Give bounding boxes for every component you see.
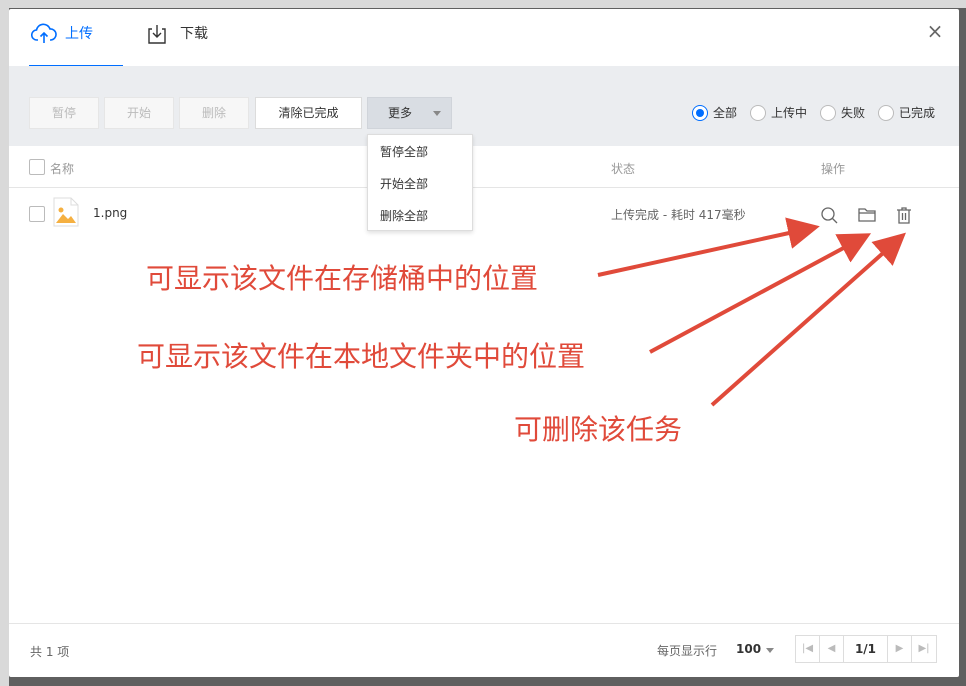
column-ops-header: 操作 bbox=[821, 162, 846, 176]
select-all-checkbox[interactable] bbox=[29, 159, 45, 175]
filter-completed[interactable]: 已完成 bbox=[877, 104, 935, 121]
start-button[interactable]: 开始 bbox=[104, 97, 174, 129]
prev-page-icon[interactable]: ◀ bbox=[820, 636, 844, 662]
radio-failed[interactable] bbox=[819, 104, 836, 121]
background-left-edge bbox=[0, 8, 9, 686]
per-page-select[interactable]: 100 bbox=[736, 642, 761, 656]
filter-uploading-label: 上传中 bbox=[770, 106, 807, 120]
menu-item-delete-all[interactable]: 删除全部 bbox=[368, 200, 472, 232]
tab-bar: 上传 下载 × bbox=[9, 9, 959, 67]
folder-icon[interactable] bbox=[857, 205, 877, 225]
background-strip bbox=[0, 0, 966, 8]
table-row: 1.png 上传完成 - 耗时 417毫秒 bbox=[9, 189, 959, 239]
annotation-bucket-location: 可显示该文件在存储桶中的位置 bbox=[146, 262, 539, 295]
download-icon bbox=[146, 23, 172, 45]
total-count: 共 1 项 bbox=[30, 645, 70, 659]
filter-failed[interactable]: 失败 bbox=[819, 104, 865, 121]
menu-item-start-all[interactable]: 开始全部 bbox=[368, 168, 472, 200]
tab-upload-label: 上传 bbox=[65, 26, 93, 42]
delete-button[interactable]: 删除 bbox=[179, 97, 249, 129]
tab-download[interactable]: 下载 bbox=[146, 25, 208, 67]
image-file-icon bbox=[53, 197, 79, 227]
pagination: |◀ ◀ 1/1 ▶ ▶| bbox=[795, 635, 937, 663]
toolbar: 暂停 开始 删除 清除已完成 更多 全部 上传中 失败 已完成 bbox=[9, 66, 959, 146]
chevron-down-icon bbox=[433, 111, 441, 116]
footer: 共 1 项 每页显示行 100 |◀ ◀ 1/1 ▶ ▶| bbox=[9, 623, 959, 677]
search-icon[interactable] bbox=[819, 205, 839, 225]
radio-completed[interactable] bbox=[877, 104, 894, 121]
more-dropdown-menu: 暂停全部 开始全部 删除全部 bbox=[367, 134, 473, 231]
row-checkbox[interactable] bbox=[29, 206, 45, 222]
menu-item-pause-all[interactable]: 暂停全部 bbox=[368, 136, 472, 168]
column-name-header: 名称 bbox=[50, 162, 75, 176]
tab-upload[interactable]: 上传 bbox=[29, 23, 123, 67]
first-page-icon[interactable]: |◀ bbox=[796, 636, 820, 662]
clear-completed-button[interactable]: 清除已完成 bbox=[255, 97, 362, 129]
file-status: 上传完成 - 耗时 417毫秒 bbox=[611, 208, 746, 222]
radio-all[interactable] bbox=[691, 104, 708, 121]
table-header: 名称 状态 操作 bbox=[9, 146, 959, 188]
more-button[interactable]: 更多 bbox=[367, 97, 452, 129]
page-indicator: 1/1 bbox=[844, 636, 888, 662]
trash-icon[interactable] bbox=[894, 205, 914, 225]
next-page-icon[interactable]: ▶ bbox=[888, 636, 912, 662]
filter-completed-label: 已完成 bbox=[898, 106, 935, 120]
column-status-header: 状态 bbox=[611, 162, 636, 176]
more-button-label: 更多 bbox=[388, 106, 413, 120]
chevron-down-icon[interactable] bbox=[766, 648, 774, 653]
file-name: 1.png bbox=[93, 206, 128, 220]
last-page-icon[interactable]: ▶| bbox=[912, 636, 936, 662]
filter-uploading[interactable]: 上传中 bbox=[749, 104, 807, 121]
radio-uploading[interactable] bbox=[749, 104, 766, 121]
filter-all-label: 全部 bbox=[712, 106, 737, 120]
status-filter-group: 全部 上传中 失败 已完成 bbox=[679, 104, 935, 121]
tab-download-label: 下载 bbox=[180, 26, 208, 42]
filter-all[interactable]: 全部 bbox=[691, 104, 737, 121]
close-icon[interactable]: × bbox=[925, 21, 945, 41]
per-page-label: 每页显示行 bbox=[657, 644, 718, 658]
filter-failed-label: 失败 bbox=[840, 106, 865, 120]
cloud-upload-icon bbox=[30, 23, 57, 45]
annotation-local-location: 可显示该文件在本地文件夹中的位置 bbox=[137, 340, 586, 373]
pause-button[interactable]: 暂停 bbox=[29, 97, 99, 129]
annotation-delete-task: 可删除该任务 bbox=[514, 413, 683, 446]
